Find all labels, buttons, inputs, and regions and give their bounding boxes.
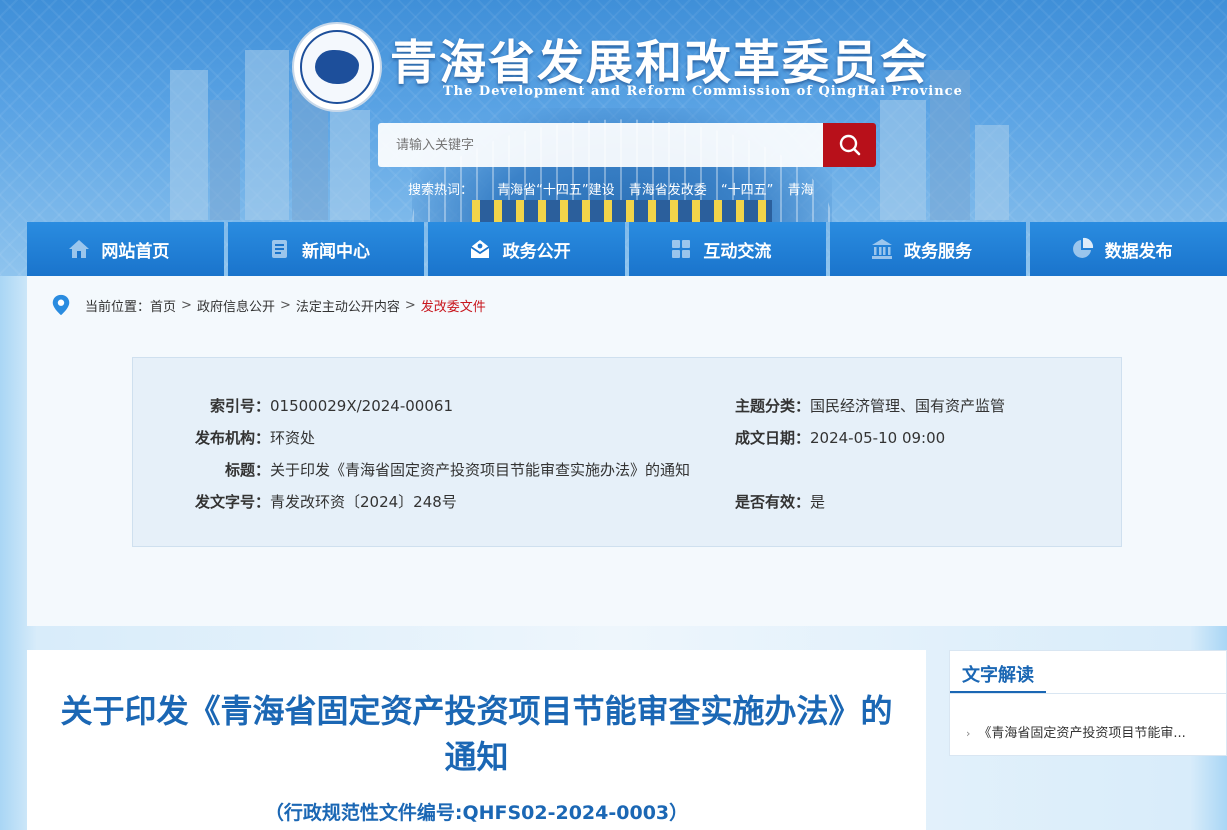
breadcrumb-public-content[interactable]: 法定主动公开内容 [296, 296, 400, 315]
search-icon [839, 134, 860, 156]
nav-label: 网站首页 [101, 241, 170, 262]
nav-item-news[interactable]: 新闻中心 [227, 222, 425, 276]
search-button[interactable] [823, 123, 876, 167]
meta-date: 成文日期：2024-05-10 09:00 [724, 427, 945, 448]
chevron-right-icon: › [966, 727, 971, 740]
breadcrumb-prefix: 当前位置： [85, 299, 151, 315]
meta-index: 索引号：01500029X/2024-00061 [132, 395, 453, 416]
grid-icon [672, 240, 691, 258]
site-logo[interactable] [292, 22, 382, 112]
breadcrumb-separator: > [279, 297, 291, 313]
main-nav: 网站首页 新闻中心 政务公开 互动交流 政务服务 数据发布 [27, 222, 1227, 276]
article-title-line2: 通知 [444, 738, 509, 776]
search-input[interactable] [378, 123, 824, 167]
breadcrumb-current[interactable]: 发改委文件 [421, 296, 486, 315]
nav-label: 政务公开 [502, 241, 571, 262]
bank-icon [871, 239, 892, 259]
hot-search: 搜索热词： 青海省“十四五”建设 青海省发改委 “十四五” 青海 [408, 179, 824, 198]
location-pin-icon [52, 294, 70, 316]
site-title: 青海省发展和改革委员会 [390, 36, 929, 91]
hot-word[interactable]: “十四五” [721, 183, 773, 198]
meta-key: 主题分类： [734, 397, 810, 415]
meta-doc-number: 发文字号：青发改环资〔2024〕248号 [132, 491, 457, 512]
nav-item-data[interactable]: 数据发布 [1030, 222, 1227, 276]
breadcrumb-gov-info[interactable]: 政府信息公开 [197, 296, 275, 315]
meta-value: 国民经济管理、国有资产监管 [810, 397, 1006, 415]
hot-search-label: 搜索热词： [408, 183, 474, 198]
interpretation-title: 文字解读 [962, 665, 1034, 686]
nav-item-services[interactable]: 政务服务 [829, 222, 1027, 276]
breadcrumb-separator: > [181, 297, 192, 313]
meta-key: 标题： [224, 461, 270, 479]
hot-word[interactable]: 青海 [788, 183, 814, 198]
interpretation-panel: 文字解读 › 《青海省固定资产投资项目节能审... [949, 650, 1227, 756]
document-meta [132, 357, 1122, 547]
article-code: （行政规范性文件编号:QHFS02-2024-0003） [264, 802, 689, 824]
nav-label: 数据发布 [1104, 241, 1173, 262]
meta-key: 发文字号： [194, 493, 270, 511]
nav-label: 政务服务 [904, 241, 973, 262]
nav-label: 新闻中心 [302, 241, 370, 262]
meta-value: 青发改环资〔2024〕248号 [270, 493, 457, 511]
article-title: 关于印发《青海省固定资产投资项目节能审查实施办法》的 通知 [27, 688, 926, 780]
meta-title: 标题：关于印发《青海省固定资产投资项目节能审查实施办法》的通知 [132, 459, 690, 480]
meta-value: 是 [810, 493, 826, 511]
meta-topic: 主题分类：国民经济管理、国有资产监管 [724, 395, 1005, 416]
article-title-line1: 关于印发《青海省固定资产投资项目节能审查实施办法》的 [60, 692, 893, 730]
site-subtitle: The Development and Reform Commission of… [443, 84, 963, 99]
hot-word[interactable]: 青海省发改委 [629, 183, 707, 198]
meta-key: 成文日期： [734, 429, 810, 447]
breadcrumb-home[interactable]: 首页 [150, 296, 176, 315]
meta-valid: 是否有效：是 [724, 491, 825, 512]
hot-word[interactable]: 青海省“十四五”建设 [497, 183, 614, 198]
breadcrumb-separator: > [404, 297, 416, 313]
meta-value: 2024-05-10 09:00 [810, 429, 946, 447]
pie-chart-icon [1073, 237, 1094, 258]
interpretation-link-label: 《青海省固定资产投资项目节能审... [978, 726, 1186, 741]
meta-key: 是否有效： [734, 493, 810, 511]
nav-label: 互动交流 [703, 241, 772, 262]
news-icon [271, 240, 287, 258]
meta-value: 环资处 [270, 429, 316, 447]
meta-key: 发布机构： [194, 429, 270, 447]
meta-key: 索引号： [209, 397, 270, 415]
home-icon [69, 240, 89, 258]
breadcrumb: 当前位置： 首页 > 政府信息公开 > 法定主动公开内容 > 发改委文件 [50, 294, 486, 316]
nav-item-gov-affairs[interactable]: 政务公开 [428, 222, 626, 276]
meta-value: 01500029X/2024-00061 [270, 397, 453, 415]
nav-item-interaction[interactable]: 互动交流 [629, 222, 826, 276]
meta-value: 关于印发《青海省固定资产投资项目节能审查实施办法》的通知 [270, 461, 691, 479]
meta-org: 发布机构：环资处 [132, 427, 315, 448]
mail-icon [470, 240, 490, 258]
nav-item-home[interactable]: 网站首页 [27, 222, 224, 276]
interpretation-link[interactable]: › 《青海省固定资产投资项目节能审... [966, 722, 1186, 741]
